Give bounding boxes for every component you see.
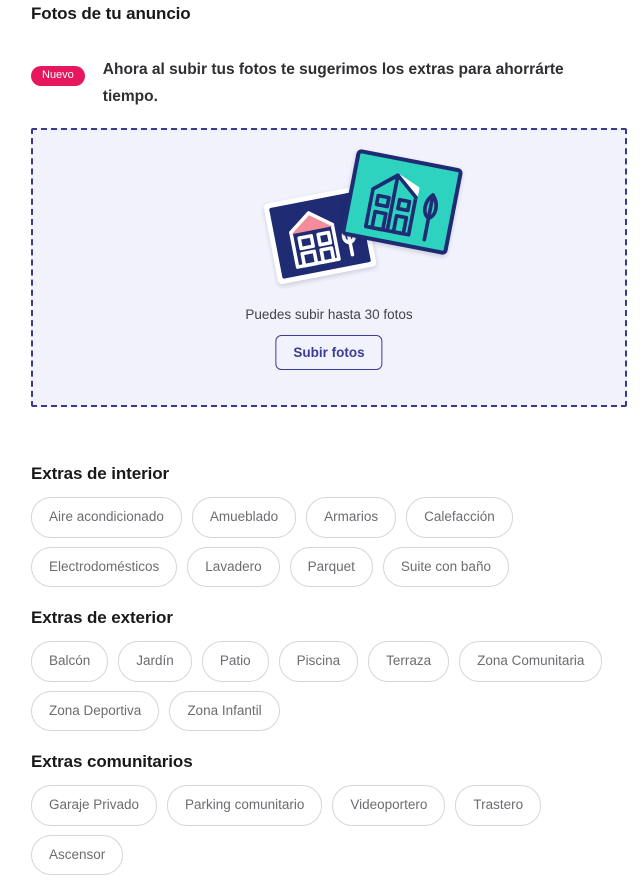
page-title: Fotos de tu anuncio	[31, 4, 191, 23]
new-badge: Nuevo	[31, 66, 85, 86]
promo-banner: Nuevo Ahora al subir tus fotos te sugeri…	[31, 57, 611, 111]
extra-chip[interactable]: Piscina	[278, 641, 359, 682]
extra-chip[interactable]: Jardín	[118, 641, 192, 682]
extra-chip[interactable]: Terraza	[368, 641, 450, 682]
photo-upload-illustration	[33, 148, 625, 287]
extra-chip[interactable]: Balcón	[31, 641, 109, 682]
extra-chip[interactable]: Garaje Privado	[31, 785, 158, 826]
extras-comunitarios-title: Extras comunitarios	[31, 752, 193, 771]
photo-upload-dropzone[interactable]: Puedes subir hasta 30 fotos Subir fotos	[31, 128, 627, 407]
extra-chip[interactable]: Parquet	[289, 546, 373, 587]
extras-interior-chip-group: Aire acondicionado Amueblado Armarios Calef…	[31, 497, 621, 587]
extra-chip[interactable]: Amueblado	[191, 497, 297, 538]
extras-comunitarios-chip-group: Garaje Privado Parking comunitario Videopo…	[31, 785, 621, 875]
extras-comunitarios-section: Extras comunitarios Garaje Privado Parkin…	[31, 752, 631, 875]
extra-chip[interactable]: Videoportero	[332, 785, 446, 826]
extra-chip[interactable]: Calefacción	[406, 497, 513, 538]
extras-exterior-chip-group: Balcón Jardín Patio Piscina Terraza Zona Comu…	[31, 641, 621, 731]
extra-chip[interactable]: Zona Deportiva	[31, 690, 160, 731]
extra-chip[interactable]: Aire acondicionado	[31, 497, 182, 538]
extra-chip[interactable]: Parking comunitario	[167, 785, 323, 826]
extras-exterior-section: Extras de exterior Balcón Jardín Patio Pisc…	[31, 608, 631, 731]
extras-interior-section: Extras de interior Aire acondicionado Amu…	[31, 464, 631, 587]
photos-and-extras-page: Fotos de tu anuncio Nuevo Ahora al subir…	[0, 0, 642, 881]
extra-chip[interactable]: Patio	[201, 641, 269, 682]
upload-hint-text: Puedes subir hasta 30 fotos	[245, 307, 413, 322]
extra-chip[interactable]: Suite con baño	[382, 546, 509, 587]
extra-chip[interactable]: Zona Infantil	[169, 690, 280, 731]
extras-interior-title: Extras de interior	[31, 464, 170, 483]
promo-text: Ahora al subir tus fotos te sugerimos lo…	[102, 61, 564, 105]
extra-chip[interactable]: Electrodomésticos	[31, 546, 178, 587]
extra-chip[interactable]: Ascensor	[31, 834, 124, 875]
upload-photos-button[interactable]: Subir fotos	[275, 335, 383, 370]
extra-chip[interactable]: Lavadero	[187, 546, 280, 587]
extra-chip[interactable]: Zona Comunitaria	[459, 641, 603, 682]
extras-exterior-title: Extras de exterior	[31, 608, 173, 627]
extra-chip[interactable]: Armarios	[306, 497, 397, 538]
extra-chip[interactable]: Trastero	[455, 785, 542, 826]
house-tree-teal-icon	[363, 173, 438, 242]
